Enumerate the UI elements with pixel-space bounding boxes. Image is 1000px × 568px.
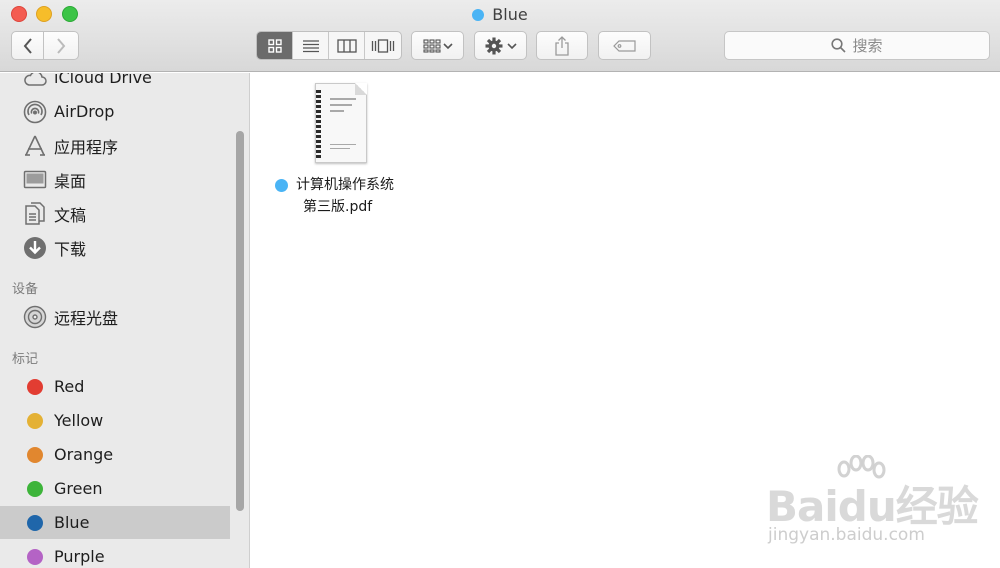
sidebar-item-tag-red[interactable]: Red bbox=[0, 370, 230, 403]
sidebar-item-label: 桌面 bbox=[54, 171, 87, 191]
view-mode-switcher bbox=[256, 31, 402, 60]
sidebar-item-label: Yellow bbox=[54, 411, 104, 430]
sidebar-item-tag-orange[interactable]: Orange bbox=[0, 438, 230, 471]
arrange-grid-icon bbox=[422, 38, 453, 53]
icon-view-button[interactable] bbox=[257, 32, 293, 59]
cover-flow-view-button[interactable] bbox=[365, 32, 401, 59]
green-tag-dot-icon bbox=[27, 480, 43, 497]
sidebar-item-tag-blue[interactable]: Blue bbox=[0, 506, 230, 539]
cover-flow-icon bbox=[371, 38, 395, 53]
orange-tag-dot-icon bbox=[27, 446, 43, 463]
search-placeholder: 搜索 bbox=[852, 37, 883, 55]
icon-view-icon bbox=[267, 38, 282, 53]
file-name-line2: 第三版.pdf bbox=[303, 199, 373, 215]
sidebar-item-documents[interactable]: 文稿 bbox=[0, 197, 230, 230]
column-view-button[interactable] bbox=[329, 32, 365, 59]
chevron-right-icon bbox=[57, 37, 66, 54]
file-name-line1: 计算机操作系统 bbox=[296, 177, 394, 193]
tag-icon bbox=[612, 39, 636, 52]
watermark: Baidu经验 jingyan.baidu.com bbox=[762, 455, 992, 555]
list-view-icon bbox=[302, 39, 319, 52]
sidebar-item-tag-purple[interactable]: Purple bbox=[0, 540, 230, 568]
share-button[interactable] bbox=[536, 31, 588, 60]
sidebar-item-label: Red bbox=[54, 377, 85, 396]
sidebar-item-label: AirDrop bbox=[54, 102, 115, 121]
share-icon bbox=[555, 35, 569, 56]
sidebar-item-label: iCloud Drive bbox=[54, 73, 152, 87]
sidebar-item-airdrop[interactable]: AirDrop bbox=[0, 95, 230, 128]
sidebar-item-applications[interactable]: 应用程序 bbox=[0, 129, 230, 162]
disc-icon bbox=[22, 304, 48, 330]
sidebar-item-label: 下载 bbox=[54, 239, 87, 259]
sidebar-item-label: 远程光盘 bbox=[54, 308, 119, 328]
sidebar-item-label: Purple bbox=[54, 547, 105, 566]
desktop-icon bbox=[22, 167, 48, 193]
back-button[interactable] bbox=[11, 31, 44, 60]
gear-icon bbox=[485, 37, 517, 54]
blue-tag-dot-icon bbox=[472, 9, 485, 21]
download-icon bbox=[22, 235, 48, 261]
file-name: 计算机操作系统 第三版.pdf bbox=[275, 174, 425, 218]
search-icon bbox=[831, 38, 847, 53]
airdrop-icon bbox=[22, 99, 48, 125]
tags-section-header: 标记 bbox=[12, 352, 39, 367]
red-tag-dot-icon bbox=[27, 378, 43, 395]
blue-tag-dot-icon bbox=[27, 514, 43, 531]
sidebar-item-tag-yellow[interactable]: Yellow bbox=[0, 404, 230, 437]
devices-section-header: 设备 bbox=[12, 282, 39, 297]
watermark-url: jingyan.baidu.com bbox=[768, 525, 925, 545]
sidebar-item-tag-green[interactable]: Green bbox=[0, 472, 230, 505]
arrange-button[interactable] bbox=[411, 31, 464, 60]
purple-tag-dot-icon bbox=[27, 548, 43, 565]
sidebar-item-desktop[interactable]: 桌面 bbox=[0, 163, 230, 196]
list-view-button[interactable] bbox=[293, 32, 329, 59]
blue-tag-dot-icon bbox=[275, 178, 288, 192]
sidebar-scrollbar-thumb[interactable] bbox=[236, 131, 244, 511]
column-view-icon bbox=[336, 38, 357, 53]
sidebar-item-icloud-drive[interactable]: iCloud Drive bbox=[0, 73, 230, 94]
sidebar-item-downloads[interactable]: 下载 bbox=[0, 231, 230, 264]
sidebar-item-label: Orange bbox=[54, 445, 114, 464]
sidebar-item-label: 文稿 bbox=[54, 205, 87, 225]
window-title-text: Blue bbox=[492, 5, 528, 24]
forward-button[interactable] bbox=[44, 31, 79, 60]
sidebar-item-label: 应用程序 bbox=[54, 137, 119, 157]
sidebar-item-label: Green bbox=[54, 479, 103, 498]
window-title: Blue bbox=[0, 4, 1000, 26]
applications-icon bbox=[22, 133, 48, 159]
documents-icon bbox=[22, 201, 48, 227]
search-field[interactable]: 搜索 bbox=[724, 31, 990, 60]
tag-button[interactable] bbox=[598, 31, 651, 60]
toolbar: Blue 搜索 bbox=[0, 0, 1000, 72]
cloud-icon bbox=[22, 73, 48, 91]
pdf-document-icon bbox=[315, 83, 367, 163]
sidebar: iCloud Drive AirDrop 应用程序 桌面 文稿 下载 设备 远程… bbox=[0, 73, 250, 568]
sidebar-item-label: Blue bbox=[54, 513, 90, 532]
chevron-left-icon bbox=[23, 37, 32, 54]
sidebar-item-remote-disc[interactable]: 远程光盘 bbox=[0, 300, 230, 333]
yellow-tag-dot-icon bbox=[27, 412, 43, 429]
action-button[interactable] bbox=[474, 31, 527, 60]
